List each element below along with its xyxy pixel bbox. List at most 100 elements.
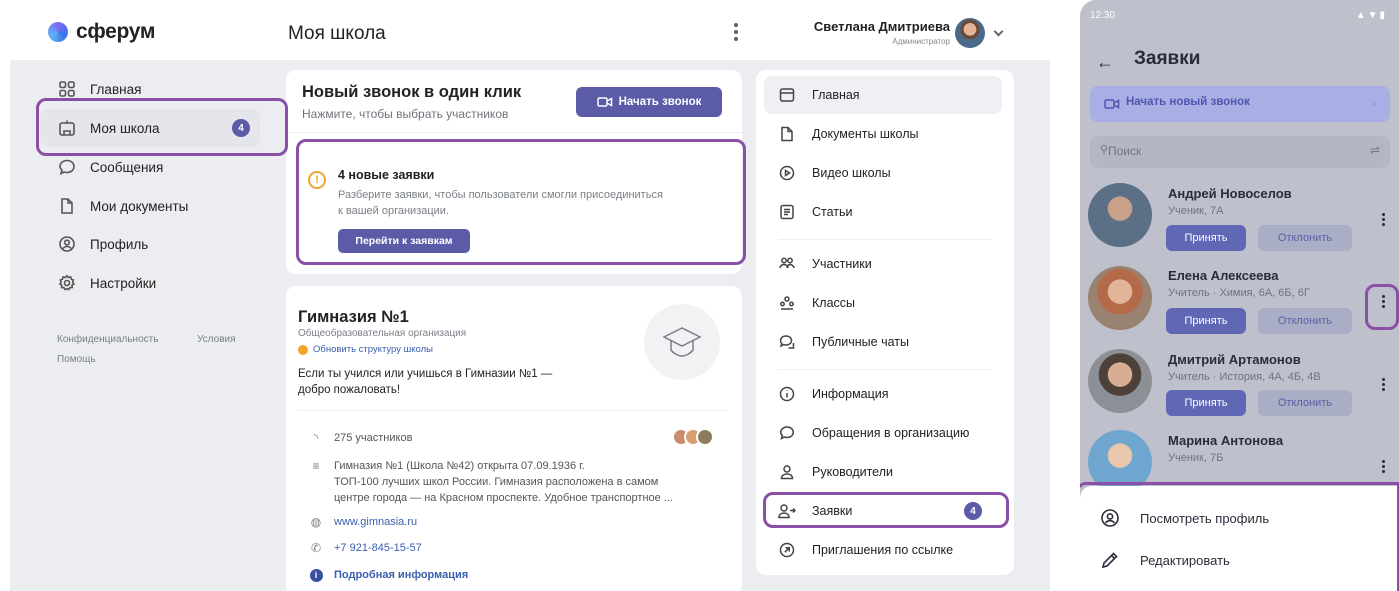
user-name[interactable]: Светлана Дмитриева — [814, 19, 950, 34]
menu-label: Обращения в организацию — [812, 426, 970, 440]
menu-label: Информация — [812, 387, 889, 401]
accept-button[interactable]: Принять — [1166, 225, 1246, 251]
menu-item-requests[interactable]: Заявки 4 — [764, 492, 1002, 530]
more-options-icon[interactable] — [1382, 213, 1385, 226]
logo[interactable]: сферум — [48, 20, 155, 44]
website-link[interactable]: www.gimnasia.ru — [334, 514, 417, 530]
update-structure-link[interactable]: Обновить структуру школы — [298, 344, 433, 355]
gear-icon — [58, 274, 76, 292]
member-avatars[interactable] — [672, 428, 714, 446]
request-role: Учитель · Химия, 6А, 6Б, 6Г — [1168, 287, 1310, 299]
more-options-icon[interactable] — [1382, 295, 1385, 308]
request-avatar[interactable] — [1088, 183, 1152, 247]
profile-icon — [1101, 509, 1119, 527]
menu-item-public-chats[interactable]: Публичные чаты — [764, 323, 1002, 361]
request-name: Андрей Новоселов — [1168, 186, 1292, 201]
play-icon — [778, 164, 796, 182]
mobile-title: Заявки — [1134, 48, 1201, 69]
welcome-line1: Если ты учился или учишься в Гимназии №1… — [298, 368, 553, 380]
more-options-icon[interactable] — [734, 23, 738, 41]
more-options-icon[interactable] — [1382, 378, 1385, 391]
user-add-icon — [778, 502, 796, 520]
status-time: 12:30 — [1090, 10, 1116, 21]
accept-button[interactable]: Принять — [1166, 308, 1246, 334]
left-nav-item-messages[interactable]: Сообщения — [40, 148, 260, 186]
left-nav-label: Настройки — [90, 275, 157, 291]
request-avatar[interactable] — [1088, 349, 1152, 413]
phone-row[interactable]: ✆ +7 921-845-15-57 — [308, 540, 422, 556]
website-row[interactable]: ◍ www.gimnasia.ru — [308, 514, 417, 530]
document-icon — [778, 125, 796, 143]
grid-icon — [58, 80, 76, 98]
view-profile-action[interactable]: Посмотреть профиль — [1100, 508, 1269, 528]
description-row: ≡ Гимназия №1 (Школа №42) открыта 07.09.… — [308, 458, 673, 506]
info-filled-icon: i — [308, 567, 324, 583]
request-name: Елена Алексеева — [1168, 268, 1279, 283]
menu-item-school-documents[interactable]: Документы школы — [764, 115, 1002, 153]
reject-button[interactable]: Отклонить — [1258, 225, 1352, 251]
description-line1: Гимназия №1 (Школа №42) открыта 07.09.19… — [334, 460, 585, 472]
menu-item-managers[interactable]: Руководители — [764, 453, 1002, 491]
more-info-link[interactable]: Подробная информация — [334, 567, 468, 583]
welcome-line2: добро пожаловать! — [298, 384, 401, 396]
menu-item-appeals[interactable]: Обращения в организацию — [764, 414, 1002, 452]
page-title: Моя школа — [288, 23, 386, 44]
left-nav-label: Главная — [90, 81, 142, 97]
divider — [286, 132, 742, 133]
request-role: Учитель · История, 4А, 4Б, 4В — [1168, 371, 1321, 383]
menu-label: Главная — [812, 88, 860, 102]
left-nav-item-home[interactable]: Главная — [40, 70, 260, 108]
request-role: Ученик, 7Б — [1168, 452, 1224, 464]
left-nav-item-settings[interactable]: Настройки — [40, 264, 260, 302]
description-line3: центре города — на Красном проспекте. Уд… — [334, 492, 673, 504]
back-arrow-icon[interactable]: ← — [1096, 52, 1114, 73]
school-type: Общеобразовательная организация — [298, 328, 467, 339]
menu-item-articles[interactable]: Статьи — [764, 193, 1002, 231]
composite-screenshot: сферум Моя школа Светлана Дмитриева Адми… — [0, 0, 1399, 591]
left-nav-label: Профиль — [90, 236, 149, 252]
help-link[interactable]: Помощь — [57, 354, 96, 365]
notification-badge: 4 — [232, 119, 250, 137]
request-avatar[interactable] — [1088, 430, 1152, 494]
go-to-requests-button[interactable]: Перейти к заявкам — [338, 229, 470, 253]
school-icon — [58, 119, 76, 137]
menu-item-classes[interactable]: Классы — [764, 284, 1002, 322]
menu-label: Участники — [812, 257, 872, 271]
user-avatar[interactable] — [955, 18, 985, 48]
menu-label: Статьи — [812, 205, 853, 219]
privacy-link[interactable]: Конфиденциальность — [57, 334, 158, 345]
menu-item-home[interactable]: Главная — [764, 76, 1002, 114]
left-nav-item-my-documents[interactable]: Мои документы — [40, 187, 260, 225]
chevron-down-icon[interactable] — [993, 26, 1004, 37]
request-avatar[interactable] — [1088, 266, 1152, 330]
classes-icon — [778, 294, 796, 312]
menu-item-school-videos[interactable]: Видео школы — [764, 154, 1002, 192]
notification-badge: 4 — [964, 502, 982, 520]
members-row[interactable]: ◝ 275 участников — [308, 430, 413, 446]
left-nav-label: Моя школа — [90, 120, 160, 136]
globe-icon: ◍ — [310, 515, 322, 529]
menu-item-invite-links[interactable]: Приглашения по ссылке — [764, 531, 1002, 569]
edit-action[interactable]: Редактировать — [1100, 550, 1230, 570]
left-nav-item-my-school[interactable]: Моя школа 4 — [40, 109, 260, 147]
menu-item-members[interactable]: Участники — [764, 245, 1002, 283]
users-icon — [778, 255, 796, 273]
logo-icon — [48, 22, 68, 42]
reject-button[interactable]: Отклонить — [1258, 308, 1352, 334]
menu-label: Публичные чаты — [812, 335, 909, 349]
more-info-row[interactable]: i Подробная информация — [308, 567, 468, 583]
logo-text: сферум — [76, 20, 156, 43]
start-call-button[interactable]: Начать звонок — [576, 87, 722, 117]
terms-link[interactable]: Условия — [197, 334, 236, 345]
more-options-icon[interactable] — [1382, 460, 1385, 473]
reject-button[interactable]: Отклонить — [1258, 390, 1352, 416]
phone-link[interactable]: +7 921-845-15-57 — [334, 540, 422, 556]
profile-icon — [58, 235, 76, 253]
request-name: Марина Антонова — [1168, 433, 1284, 448]
video-camera-icon — [596, 97, 612, 107]
filter-icon[interactable]: ⇌ — [1370, 143, 1380, 157]
requests-title: 4 новые заявки — [338, 168, 435, 182]
menu-item-information[interactable]: Информация — [764, 375, 1002, 413]
accept-button[interactable]: Принять — [1166, 390, 1246, 416]
left-nav-item-profile[interactable]: Профиль — [40, 225, 260, 263]
